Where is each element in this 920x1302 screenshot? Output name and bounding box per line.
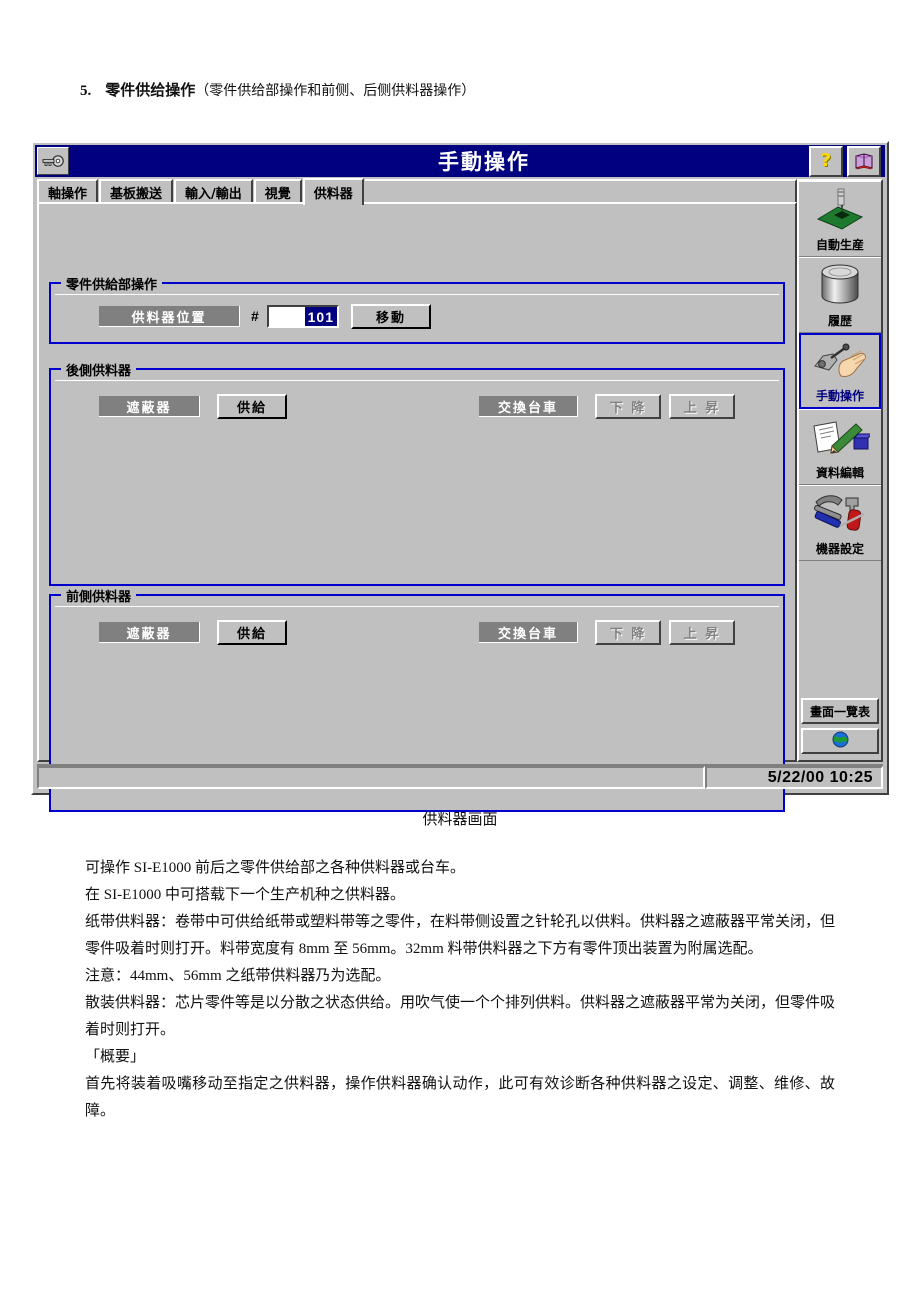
title-bar-buttons: ? — [809, 145, 881, 177]
paragraph: 首先将装着吸嘴移动至指定之供料器，操作供料器确认动作，此可有效诊断各种供料器之设… — [85, 1076, 835, 1119]
paragraph: 纸带供料器：卷带中可供给纸带或塑料带等之零件，在料带侧设置之针轮孔以供料。供料器… — [85, 914, 836, 957]
manual-book-icon[interactable] — [847, 145, 881, 177]
feeder-position-tag: 供料器位置 — [99, 306, 240, 327]
sidebar-item-label: 手動操作 — [815, 389, 864, 403]
rear-cart-tag: 交換台車 — [479, 396, 578, 417]
paragraph: 注意：44mm、56mm 之纸带供料器乃为选配。 — [85, 968, 391, 984]
body-text: 可操作 SI-E1000 前后之零件供给部之各种供料器或台车。 在 SI-E10… — [85, 855, 835, 1125]
feeder-position-value: 101 — [304, 307, 337, 326]
group-legend-front-feeder: 前側供料器 — [61, 586, 137, 605]
group-parts-supply-operation: 零件供給部操作 供料器位置 # 101 移動 — [49, 274, 785, 344]
feeder-position-input[interactable]: 101 — [267, 305, 339, 328]
paragraph: 在 SI-E1000 中可搭载下一个生产机种之供料器。 — [85, 887, 405, 903]
rear-up-button[interactable]: 上 昇 — [669, 394, 735, 419]
group-divider — [55, 294, 779, 295]
hash-symbol: # — [251, 308, 259, 324]
front-cart-tag: 交換台車 — [479, 622, 578, 643]
group-legend-rear-feeder: 後側供料器 — [61, 360, 137, 379]
key-icon[interactable] — [37, 147, 69, 175]
window-title: 手動操作 — [438, 150, 530, 174]
sidebar-item-manual-operation[interactable]: 手動操作 — [799, 333, 881, 409]
group-rear-feeder: 後側供料器 遮蔽器 供給 交換台車 下 降 上 昇 — [49, 360, 785, 586]
database-cylinder-icon — [799, 258, 881, 312]
heading-number: 5. — [80, 83, 92, 99]
globe-button[interactable] — [801, 728, 879, 754]
rear-shutter-tag: 遮蔽器 — [99, 396, 200, 417]
status-bar: 5/22/00 10:25 — [37, 764, 883, 789]
sidebar-navigation: 自動生産 履歴 手動操作 資料編輯 機器設定 畫面一覽表 — [797, 179, 883, 762]
pencil-document-icon — [799, 410, 881, 464]
front-down-button[interactable]: 下 降 — [595, 620, 661, 645]
sidebar-item-label: 資料編輯 — [815, 466, 864, 480]
figure-caption: 供料器画面 — [422, 812, 498, 828]
tab-input-output[interactable]: 輸入/輸出 — [174, 179, 253, 203]
tab-strip: 軸操作 基板搬送 輸入/輸出 視覺 供料器 — [37, 178, 797, 205]
sidebar-item-label: 自動生産 — [815, 238, 864, 252]
front-supply-button[interactable]: 供給 — [217, 620, 287, 645]
tab-label: 軸操作 — [48, 186, 88, 202]
tab-strip-filler — [364, 179, 797, 203]
globe-icon — [832, 731, 849, 751]
paragraph: 可操作 SI-E1000 前后之零件供给部之各种供料器或台车。 — [85, 860, 465, 876]
front-up-button[interactable]: 上 昇 — [669, 620, 735, 645]
tab-board-transfer[interactable]: 基板搬送 — [99, 179, 174, 203]
help-icon[interactable]: ? — [809, 145, 843, 177]
section-heading: 5. 零件供给操作（零件供给部操作和前侧、后侧供料器操作） — [80, 80, 860, 102]
paragraph: 「概要」 — [85, 1049, 146, 1065]
group-divider — [55, 380, 779, 381]
sidebar-bottom-buttons: 畫面一覽表 — [801, 698, 879, 758]
tab-label: 視覺 — [264, 186, 291, 202]
rear-supply-button[interactable]: 供給 — [217, 394, 287, 419]
sidebar-item-label: 機器設定 — [815, 542, 864, 556]
sidebar-item-data-edit[interactable]: 資料編輯 — [799, 409, 881, 485]
move-button[interactable]: 移動 — [351, 304, 431, 329]
heading-title: 零件供给操作 — [105, 81, 196, 99]
pcb-insert-icon — [799, 182, 881, 236]
sidebar-item-machine-setup[interactable]: 機器設定 — [799, 485, 881, 561]
client-area: 零件供給部操作 供料器位置 # 101 移動 後側供料器 遮蔽器 供給 交換台車… — [37, 202, 797, 812]
paragraph: 散装供料器：芯片零件等是以分散之状态供给。用吹气使一个个排列供料。供料器之遮蔽器… — [85, 995, 836, 1038]
sidebar-item-auto-production[interactable]: 自動生産 — [799, 181, 881, 257]
sidebar-item-label: 履歴 — [827, 314, 852, 328]
tab-vision[interactable]: 視覺 — [253, 179, 302, 203]
tools-hammer-screwdriver-icon — [799, 486, 881, 540]
hand-manual-icon — [801, 335, 879, 387]
status-message — [37, 766, 705, 789]
heading-subtitle: （零件供给部操作和前侧、后侧供料器操作） — [195, 84, 476, 99]
rear-down-button[interactable]: 下 降 — [595, 394, 661, 419]
group-divider — [55, 606, 779, 607]
status-datetime: 5/22/00 10:25 — [705, 766, 883, 789]
tab-label: 供料器 — [313, 187, 353, 202]
tab-label: 輸入/輸出 — [185, 186, 242, 202]
group-legend-parts-supply: 零件供給部操作 — [61, 274, 163, 293]
tab-feeder[interactable]: 供料器 — [302, 178, 364, 205]
tab-axis-operation[interactable]: 軸操作 — [37, 179, 99, 203]
application-window: 手動操作 ? 軸操作 基板搬送 輸入/輸出 視覺 供料器 零件供給部操作 供料器… — [31, 141, 889, 812]
sidebar-item-history[interactable]: 履歴 — [799, 257, 881, 333]
tab-label: 基板搬送 — [110, 186, 163, 202]
title-bar: 手動操作 ? — [35, 145, 885, 177]
front-shutter-tag: 遮蔽器 — [99, 622, 200, 643]
screen-list-button[interactable]: 畫面一覽表 — [801, 698, 879, 724]
